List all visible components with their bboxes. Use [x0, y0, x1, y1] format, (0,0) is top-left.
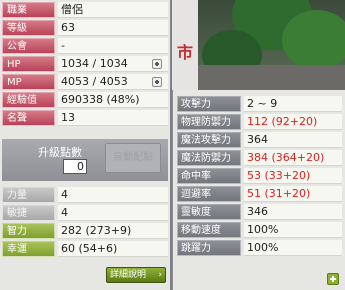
attr-value: 4 [58, 187, 168, 203]
detail-value: 384 (364+20) [244, 150, 342, 166]
stat-label: 經驗值 [2, 92, 55, 108]
attr-row: 智力 282 (273+9) [2, 223, 168, 239]
stat-value: 63 [58, 20, 168, 36]
detail-label: 物理防禦力 [177, 114, 241, 130]
stat-row: 經驗值 690338 (48%) [2, 92, 168, 108]
detail-row: 命中率 53 (33+20) [177, 168, 342, 184]
stat-row: 名聲 13 [2, 110, 168, 126]
auto-assign-button[interactable]: 自動配點 [105, 143, 161, 173]
detail-row: 攻擊力 2 ~ 9 [177, 96, 342, 112]
scene-sign-text: 市 [176, 43, 193, 62]
plus-icon[interactable] [152, 77, 162, 87]
stat-value: 690338 (48%) [58, 92, 168, 108]
stat-label: 名聲 [2, 110, 55, 126]
attr-value: 4 [58, 205, 168, 221]
ability-points-box: 升級點數 0 自動配點 [2, 139, 168, 181]
stat-row: 職業 僧侶 [2, 2, 168, 18]
detail-info-button[interactable]: 詳細說明 › [106, 267, 166, 283]
stat-row: 等級 63 [2, 20, 168, 36]
detail-value: 51 (31+20) [244, 186, 342, 202]
stat-row: HP 1034 / 1034 [2, 56, 168, 72]
detail-value: 100% [244, 222, 342, 238]
detail-label: 魔法攻擊力 [177, 132, 241, 148]
detail-label: 魔法防禦力 [177, 150, 241, 166]
stat-row: MP 4053 / 4053 [2, 74, 168, 90]
ability-points-label: 升級點數 [38, 146, 82, 159]
expand-plus-icon[interactable] [327, 273, 339, 285]
detail-row: 魔法攻擊力 364 [177, 132, 342, 148]
detail-value: 112 (92+20) [244, 114, 342, 130]
attr-value: 282 (273+9) [58, 223, 168, 239]
stat-label: 公會 [2, 38, 55, 54]
detail-row: 物理防禦力 112 (92+20) [177, 114, 342, 130]
detail-row: 跳躍力 100% [177, 240, 342, 256]
stat-value: - [58, 38, 168, 54]
detail-value: 2 ~ 9 [244, 96, 342, 112]
attr-label: 智力 [2, 223, 55, 239]
detail-value: 364 [244, 132, 342, 148]
detail-value: 346 [244, 204, 342, 220]
attr-label: 幸運 [2, 241, 55, 257]
character-stat-window: 職業 僧侶 等級 63 公會 - HP 1034 / 1034 MP 4053 / 4053 經驗值… [0, 0, 172, 290]
stat-label: HP [2, 56, 55, 72]
chevron-right-icon: › [158, 270, 162, 280]
stat-value: 13 [58, 110, 168, 126]
detail-value: 100% [244, 240, 342, 256]
attr-label: 敏捷 [2, 205, 55, 221]
stat-label: 等級 [2, 20, 55, 36]
attr-row: 敏捷 4 [2, 205, 168, 221]
stat-value: 僧侶 [58, 2, 168, 18]
stat-label: MP [2, 74, 55, 90]
plus-icon[interactable] [152, 59, 162, 69]
detail-label: 靈敏度 [177, 204, 241, 220]
ability-points-value: 0 [63, 159, 87, 174]
detail-value: 53 (33+20) [244, 168, 342, 184]
attr-label: 力量 [2, 187, 55, 203]
detail-row: 迴避率 51 (31+20) [177, 186, 342, 202]
attr-value: 60 (54+6) [58, 241, 168, 257]
attr-row: 幸運 60 (54+6) [2, 241, 168, 257]
detail-info-label: 詳細說明 [110, 270, 147, 280]
detail-label: 攻擊力 [177, 96, 241, 112]
detail-row: 移動速度 100% [177, 222, 342, 238]
detail-row: 魔法防禦力 384 (364+20) [177, 150, 342, 166]
stat-label: 職業 [2, 2, 55, 18]
stat-row: 公會 - [2, 38, 168, 54]
detail-label: 命中率 [177, 168, 241, 184]
detail-label: 移動速度 [177, 222, 241, 238]
detail-stat-window: 攻擊力 2 ~ 9 物理防禦力 112 (92+20) 魔法攻擊力 364 魔法防禦力 384… [172, 90, 345, 290]
detail-label: 迴避率 [177, 186, 241, 202]
game-background: 市 [172, 0, 345, 92]
attr-row: 力量 4 [2, 187, 168, 203]
detail-row: 靈敏度 346 [177, 204, 342, 220]
detail-label: 跳躍力 [177, 240, 241, 256]
